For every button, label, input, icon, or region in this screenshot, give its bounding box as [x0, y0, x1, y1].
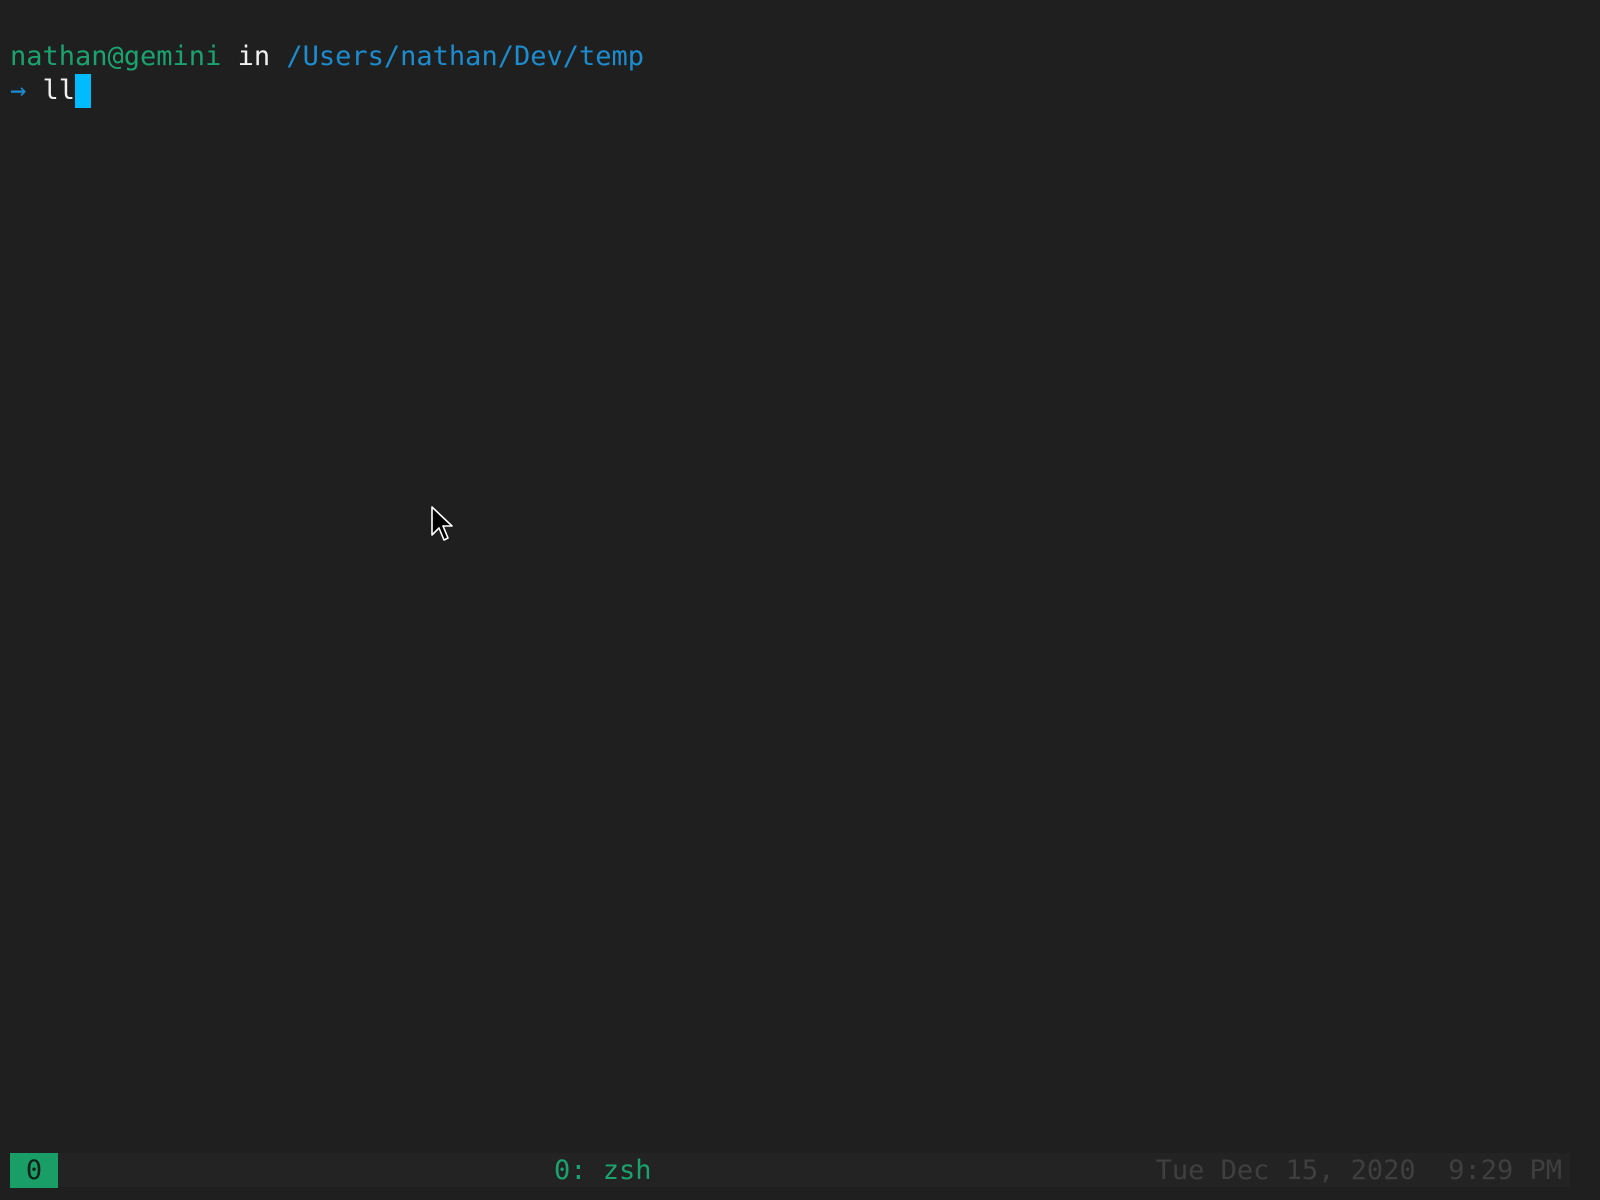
- status-date: Tue Dec 15, 2020: [1155, 1155, 1416, 1186]
- status-datetime: Tue Dec 15, 2020 9:29 PM: [1156, 1153, 1562, 1188]
- status-time: 9:29 PM: [1448, 1155, 1562, 1186]
- prompt-path: /Users/nathan/Dev/temp: [286, 41, 644, 72]
- mouse-pointer-icon: [431, 506, 453, 541]
- command-input[interactable]: ll: [43, 75, 76, 106]
- prompt-in-word: in: [237, 41, 271, 72]
- prompt-arrow-icon: →: [10, 75, 27, 106]
- text-cursor: [75, 74, 92, 108]
- terminal-window[interactable]: nathan@gemini in /Users/nathan/Dev/temp …: [0, 0, 1600, 1152]
- command-line[interactable]: → ll: [10, 74, 92, 108]
- session-badge[interactable]: 0: [10, 1153, 58, 1188]
- prompt-user-host: nathan@gemini: [10, 41, 222, 72]
- prompt-line: nathan@gemini in /Users/nathan/Dev/temp: [10, 40, 644, 74]
- window-tab[interactable]: 0: zsh: [554, 1153, 652, 1188]
